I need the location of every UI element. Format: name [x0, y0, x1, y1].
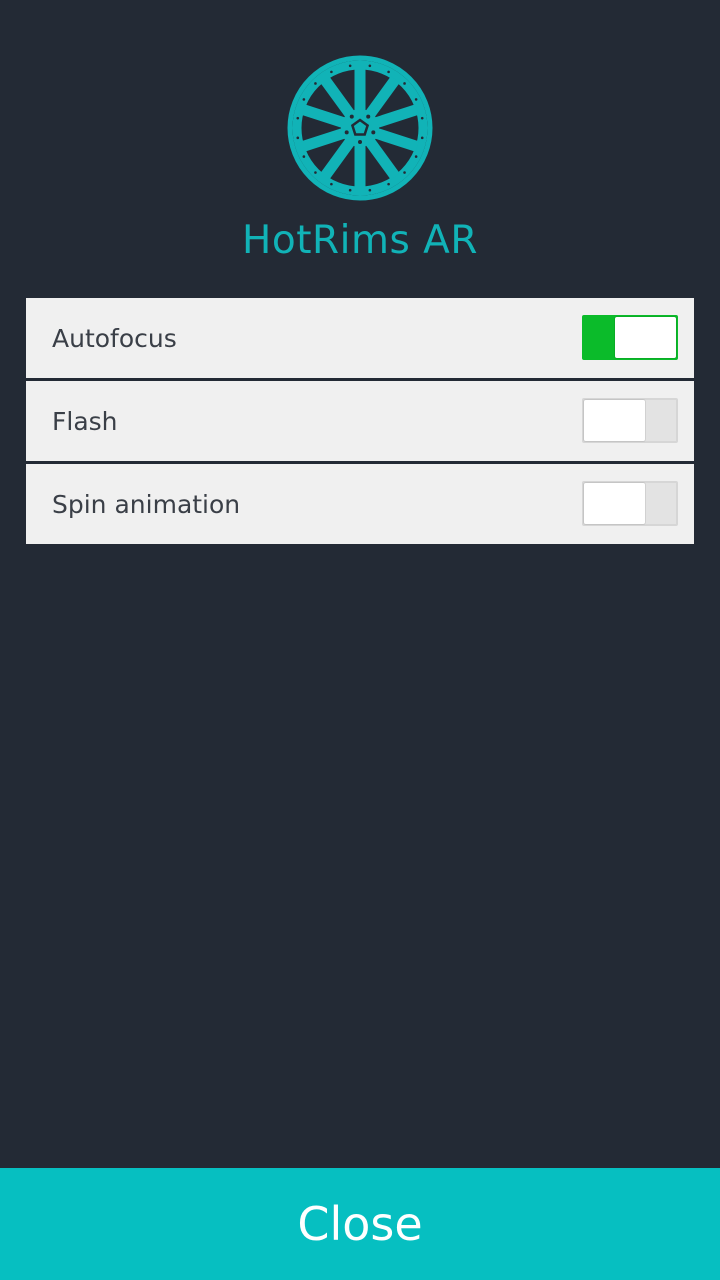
app-title: HotRims AR	[242, 218, 478, 263]
wheel-rim-icon	[287, 55, 433, 201]
settings-list: Autofocus Flash Spin animation	[26, 298, 694, 547]
flash-toggle[interactable]	[582, 398, 678, 443]
toggle-knob	[584, 483, 645, 524]
autofocus-toggle[interactable]	[582, 315, 678, 360]
setting-row-spin-animation: Spin animation	[26, 464, 694, 544]
setting-label: Autofocus	[52, 324, 177, 353]
close-button[interactable]: Close	[0, 1168, 720, 1280]
setting-label: Flash	[52, 407, 118, 436]
setting-label: Spin animation	[52, 490, 241, 519]
setting-row-flash: Flash	[26, 381, 694, 461]
spin-animation-toggle[interactable]	[582, 481, 678, 526]
toggle-knob	[584, 400, 645, 441]
toggle-knob	[615, 317, 676, 358]
setting-row-autofocus: Autofocus	[26, 298, 694, 378]
